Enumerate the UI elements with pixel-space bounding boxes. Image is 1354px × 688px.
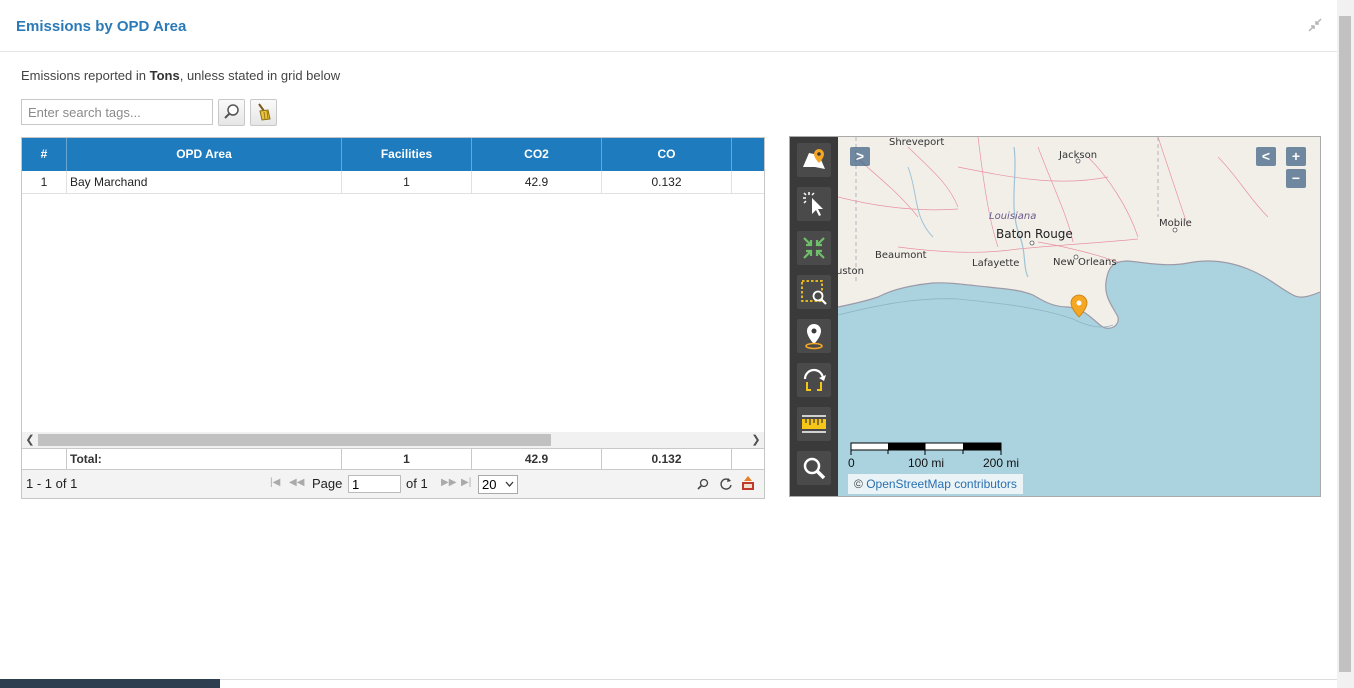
units-note-suffix: , unless stated in grid below xyxy=(179,68,341,83)
tool-reset-view[interactable] xyxy=(797,363,831,397)
grid-header: # OPD Area Facilities CO2 CO xyxy=(22,138,764,171)
totals-facilities: 1 xyxy=(342,449,472,469)
units-note-unit: Tons xyxy=(149,68,180,83)
basemap: Shreveport Jackson Louisiana Baton Rouge… xyxy=(838,137,1320,455)
export-icon[interactable] xyxy=(740,475,756,491)
place-label: Shreveport xyxy=(889,137,944,148)
zoom-extent-icon xyxy=(803,237,825,259)
row-number: 1 xyxy=(22,171,67,193)
col-header-overflow xyxy=(732,138,764,171)
row-co: 0.132 xyxy=(602,171,732,193)
expand-toolbar-button[interactable]: > xyxy=(850,147,870,166)
scrollbar-thumb[interactable] xyxy=(38,434,551,446)
map-toolbar xyxy=(790,137,838,496)
place-label: Louisiana xyxy=(989,211,1036,222)
place-label: Baton Rouge xyxy=(996,227,1073,241)
tool-select[interactable] xyxy=(797,187,831,221)
page-title: Emissions by OPD Area xyxy=(16,18,187,35)
scale-bar xyxy=(850,442,1002,455)
row-co2: 42.9 xyxy=(472,171,602,193)
refresh-icon[interactable] xyxy=(719,477,733,491)
totals-co2: 42.9 xyxy=(472,449,602,469)
place-label: uston xyxy=(838,266,864,277)
totals-blank xyxy=(22,449,67,469)
next-page-icon[interactable]: ▶▶ xyxy=(441,477,456,488)
select-pointer-icon xyxy=(803,192,823,216)
place-label: New Orleans xyxy=(1053,257,1117,268)
panel-header: Emissions by OPD Area xyxy=(0,0,1337,52)
units-note: Emissions reported in Tons, unless state… xyxy=(21,68,340,83)
zoom-out-button[interactable]: − xyxy=(1286,169,1306,188)
totals-label: Total: xyxy=(67,449,342,469)
page-count: of 1 xyxy=(406,476,428,491)
row-facilities: 1 xyxy=(342,171,472,193)
search-button[interactable] xyxy=(218,99,245,126)
pager-range: 1 - 1 of 1 xyxy=(26,476,78,491)
tool-zoom-box[interactable] xyxy=(797,275,831,309)
place-label: Beaumont xyxy=(875,250,927,261)
col-header-number[interactable]: # xyxy=(22,138,67,171)
broom-icon xyxy=(258,103,271,121)
row-opd-area: Bay Marchand xyxy=(67,171,342,193)
vertical-scrollbar-thumb[interactable] xyxy=(1339,16,1351,672)
map-widget: Shreveport Jackson Louisiana Baton Rouge… xyxy=(789,136,1321,497)
measure-ruler-icon xyxy=(802,415,826,433)
report-panel: Emissions by OPD Area Emissions reported… xyxy=(0,0,1338,688)
map-attribution: © OpenStreetMap contributors xyxy=(848,474,1023,494)
col-header-co[interactable]: CO xyxy=(602,138,732,171)
place-label: Jackson xyxy=(1058,150,1097,161)
place-label: Lafayette xyxy=(972,258,1019,269)
search-magnifier-icon xyxy=(803,457,826,480)
search-icon xyxy=(224,104,239,119)
totals-co: 0.132 xyxy=(602,449,732,469)
horizontal-scrollbar[interactable]: ❮ ❯ xyxy=(22,432,764,448)
reset-view-icon xyxy=(803,368,826,391)
col-header-opd-area[interactable]: OPD Area xyxy=(67,138,342,171)
facility-marker[interactable] xyxy=(1070,294,1088,318)
emissions-grid: # OPD Area Facilities CO2 CO 1 Bay March… xyxy=(21,137,765,499)
zoom-in-button[interactable]: + xyxy=(1286,147,1306,166)
bottom-divider xyxy=(220,679,1337,680)
find-icon[interactable] xyxy=(696,477,710,491)
tool-layers[interactable] xyxy=(797,143,831,177)
page-label: Page xyxy=(312,476,343,491)
scale-mid: 100 mi xyxy=(908,456,945,470)
tool-measure[interactable] xyxy=(797,407,831,441)
collapse-icon[interactable] xyxy=(1307,17,1323,33)
table-row[interactable]: 1 Bay Marchand 1 42.9 0.132 xyxy=(22,171,764,194)
layers-pin-icon xyxy=(803,149,825,169)
map-canvas[interactable]: Shreveport Jackson Louisiana Baton Rouge… xyxy=(838,137,1320,496)
place-label: Mobile xyxy=(1159,218,1192,229)
units-note-prefix: Emissions reported in xyxy=(21,68,150,83)
vertical-scrollbar[interactable] xyxy=(1337,0,1354,688)
attribution-link[interactable]: OpenStreetMap contributors xyxy=(866,477,1017,491)
page-size-value: 20 xyxy=(482,477,497,492)
page-size-select[interactable]: 20 xyxy=(478,475,518,494)
chevron-down-icon xyxy=(505,481,514,487)
tool-search[interactable] xyxy=(797,451,831,485)
pager: 1 - 1 of 1 |◀ ◀◀ Page of 1 ▶▶ ▶| 20 xyxy=(22,470,764,498)
scale-zero: 0 xyxy=(848,456,855,470)
scroll-right-icon[interactable]: ❯ xyxy=(748,432,764,448)
tool-zoom-extent[interactable] xyxy=(797,231,831,265)
scroll-left-icon[interactable]: ❮ xyxy=(22,432,38,448)
tool-location[interactable] xyxy=(797,319,831,353)
first-page-icon[interactable]: |◀ xyxy=(270,477,280,488)
location-pin-icon xyxy=(805,324,823,350)
col-header-facilities[interactable]: Facilities xyxy=(342,138,472,171)
prev-page-icon[interactable]: ◀◀ xyxy=(289,477,304,488)
scale-max: 200 mi xyxy=(983,456,1020,470)
zoom-box-icon xyxy=(801,280,827,305)
totals-row: Total: 1 42.9 0.132 xyxy=(22,448,764,470)
bottom-progress-bar xyxy=(0,679,220,688)
attribution-symbol: © xyxy=(854,477,863,491)
clear-search-button[interactable] xyxy=(250,99,277,126)
last-page-icon[interactable]: ▶| xyxy=(461,477,471,488)
page-number-input[interactable] xyxy=(348,475,401,493)
search-tags-input[interactable] xyxy=(21,99,213,125)
col-header-co2[interactable]: CO2 xyxy=(472,138,602,171)
collapse-panel-button[interactable]: < xyxy=(1256,147,1276,166)
